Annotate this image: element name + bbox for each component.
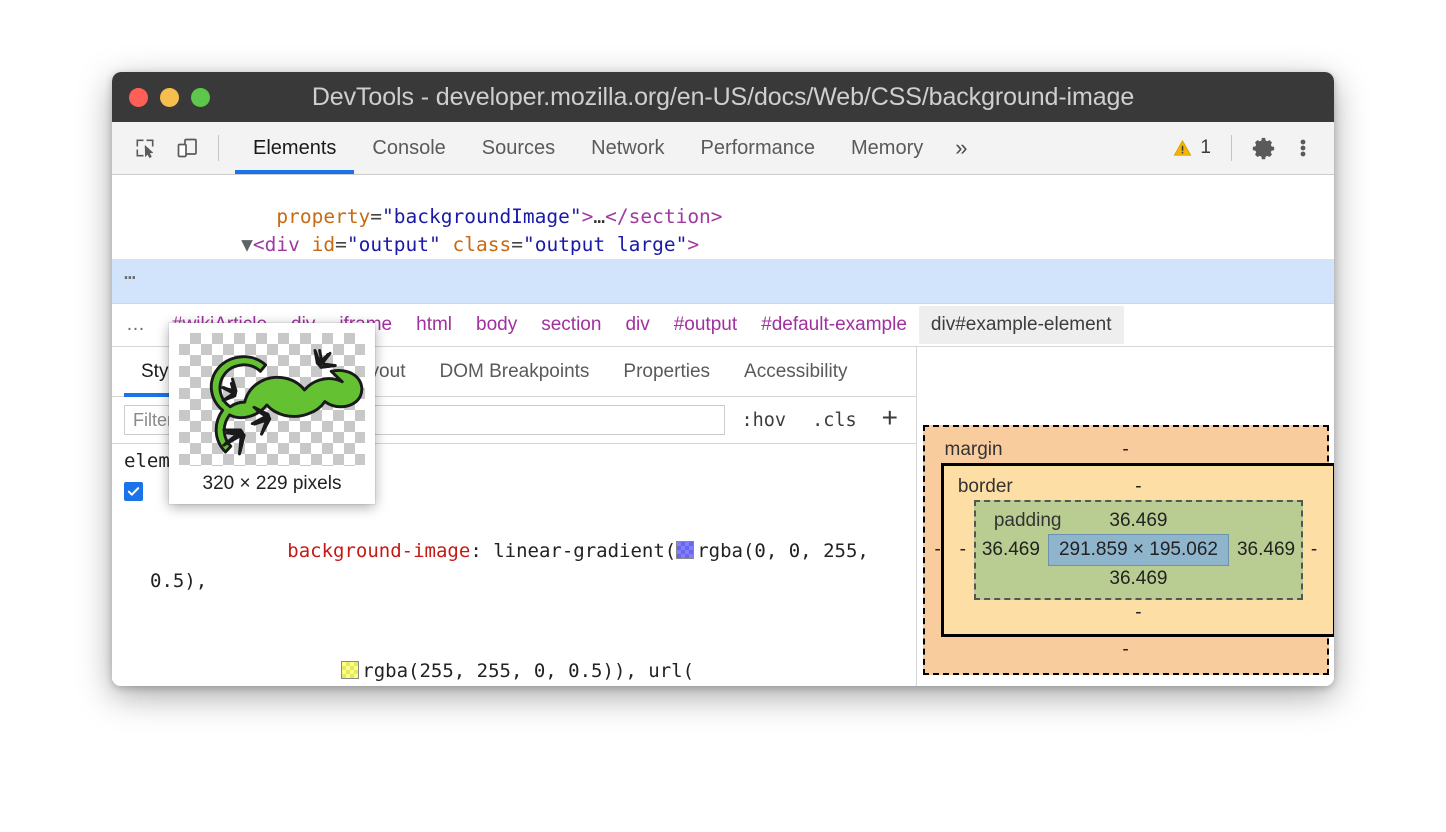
gear-icon[interactable] [1246,131,1280,165]
lizard-icon [179,333,365,466]
box-model-border-left[interactable]: - [952,539,974,561]
box-model-margin-row: - border - - padding [935,463,1317,637]
box-model-padding-bottom[interactable]: 36.469 [982,566,1295,592]
box-model-padding-label: padding [994,508,1062,534]
breadcrumb-item-html[interactable]: html [404,308,464,342]
breadcrumb-overflow[interactable]: … [126,314,160,336]
tab-properties[interactable]: Properties [606,347,727,396]
box-model-diagram: margin - - border - - [917,347,1334,686]
toggle-pseudo-states-button[interactable]: :hov [733,410,796,431]
window-titlebar: DevTools - developer.mozilla.org/en-US/d… [112,72,1334,122]
toolbar-divider [218,135,219,161]
breadcrumb-item-section[interactable]: section [529,308,613,342]
box-model-border-top[interactable]: - [1135,476,1141,497]
tab-elements[interactable]: Elements [235,122,354,174]
image-preview-tooltip: 320 × 229 pixels [169,323,375,504]
box-model-padding-right[interactable]: 36.469 [1237,539,1295,561]
box-model-padding-header: padding 36.469 [982,508,1295,534]
box-model-padding-top[interactable]: 36.469 [1109,510,1167,531]
box-model-border-right[interactable]: - [1303,539,1325,561]
toolbar-divider-right [1231,135,1232,161]
box-model-margin[interactable]: margin - - border - - [923,425,1329,675]
dom-row-overflow-ellipsis[interactable]: … [124,259,137,287]
dom-tree[interactable]: property="backgroundImage">…</section> ▼… [112,175,1334,303]
tab-performance[interactable]: Performance [683,122,834,174]
close-window-button[interactable] [129,88,148,107]
devtools-main-toolbar: Elements Console Sources Network Perform… [112,122,1334,175]
box-model-padding-row: 36.469 291.859 × 195.062 36.469 [982,534,1295,566]
box-model-border[interactable]: border - - padding 36.469 [941,463,1334,637]
box-model-margin-header: margin - [935,437,1317,463]
declaration-value-continuation-1[interactable]: rgba(255, 255, 0, 0.5)), url( [112,626,916,686]
kebab-menu-icon[interactable] [1286,131,1320,165]
screenshot-root: { "window": { "title": "DevTools - devel… [0,0,1446,832]
more-tabs-chevron-icon[interactable]: » [941,122,981,174]
breadcrumb-item-body[interactable]: body [464,308,529,342]
breadcrumb-item-default-example[interactable]: #default-example [749,308,919,342]
device-toolbar-icon[interactable] [170,131,204,165]
warning-count: 1 [1200,137,1211,159]
warning-triangle-icon [1172,138,1193,159]
declaration-enabled-checkbox[interactable] [124,482,143,501]
traffic-light-controls [129,88,210,107]
box-model-border-bottom[interactable]: - [952,600,1325,626]
window-title: DevTools - developer.mozilla.org/en-US/d… [112,83,1334,112]
devtools-window: DevTools - developer.mozilla.org/en-US/d… [112,72,1334,686]
box-model-padding-left[interactable]: 36.469 [982,539,1040,561]
box-model-border-row: - padding 36.469 36.469 291.859 × 195.06… [952,500,1325,600]
box-model-pane: margin - - border - - [917,347,1334,686]
toggle-element-classes-button[interactable]: .cls [803,410,866,431]
declaration-value-line-3[interactable]: rgba(255, 255, 0, 0.5)), url( [362,660,694,682]
toolbar-right-icons: 1 [1166,122,1334,174]
box-model-border-label: border [958,474,1013,500]
dom-tree-row-selected[interactable]: … <div id="example-element" style="backg… [112,259,1334,287]
declaration-separator: : [470,540,493,562]
declaration-value-line-1[interactable]: linear-gradient( [493,540,676,562]
breadcrumb-item-div-2[interactable]: div [613,308,661,342]
tab-sources[interactable]: Sources [464,122,573,174]
tab-network[interactable]: Network [573,122,682,174]
minimize-window-button[interactable] [160,88,179,107]
breadcrumb-item-output[interactable]: #output [662,308,749,342]
new-style-rule-button[interactable]: + [874,404,906,436]
tab-dom-breakpoints[interactable]: DOM Breakpoints [422,347,606,396]
box-model-margin-label: margin [945,437,1003,463]
declaration-property[interactable]: background-image [287,540,470,562]
image-preview-canvas [179,333,365,466]
tab-accessibility[interactable]: Accessibility [727,347,864,396]
tab-memory[interactable]: Memory [833,122,941,174]
dom-tree-row[interactable]: property="backgroundImage">…</section> [112,175,1334,203]
tab-console[interactable]: Console [354,122,463,174]
color-swatch-blue[interactable] [676,541,694,559]
dom-tree-row-selected-cont[interactable]: gradient(rgba(0, 0, 255, 0.5), rgba(255,… [112,287,1334,303]
maximize-window-button[interactable] [191,88,210,107]
image-preview-dimensions: 320 × 229 pixels [179,466,365,498]
box-model-margin-bottom[interactable]: - [935,637,1317,663]
panel-tabs: Elements Console Sources Network Perform… [235,122,981,174]
breadcrumb-item-example-element[interactable]: div#example-element [919,306,1124,344]
color-swatch-yellow[interactable] [341,661,359,679]
warning-badge[interactable]: 1 [1166,137,1217,159]
box-model-border-header: border - [952,474,1325,500]
box-model-padding[interactable]: padding 36.469 36.469 291.859 × 195.062 … [974,500,1303,600]
inspect-element-icon[interactable] [128,131,162,165]
box-model-content[interactable]: 291.859 × 195.062 [1048,534,1229,566]
toolbar-left-icons [112,122,235,174]
